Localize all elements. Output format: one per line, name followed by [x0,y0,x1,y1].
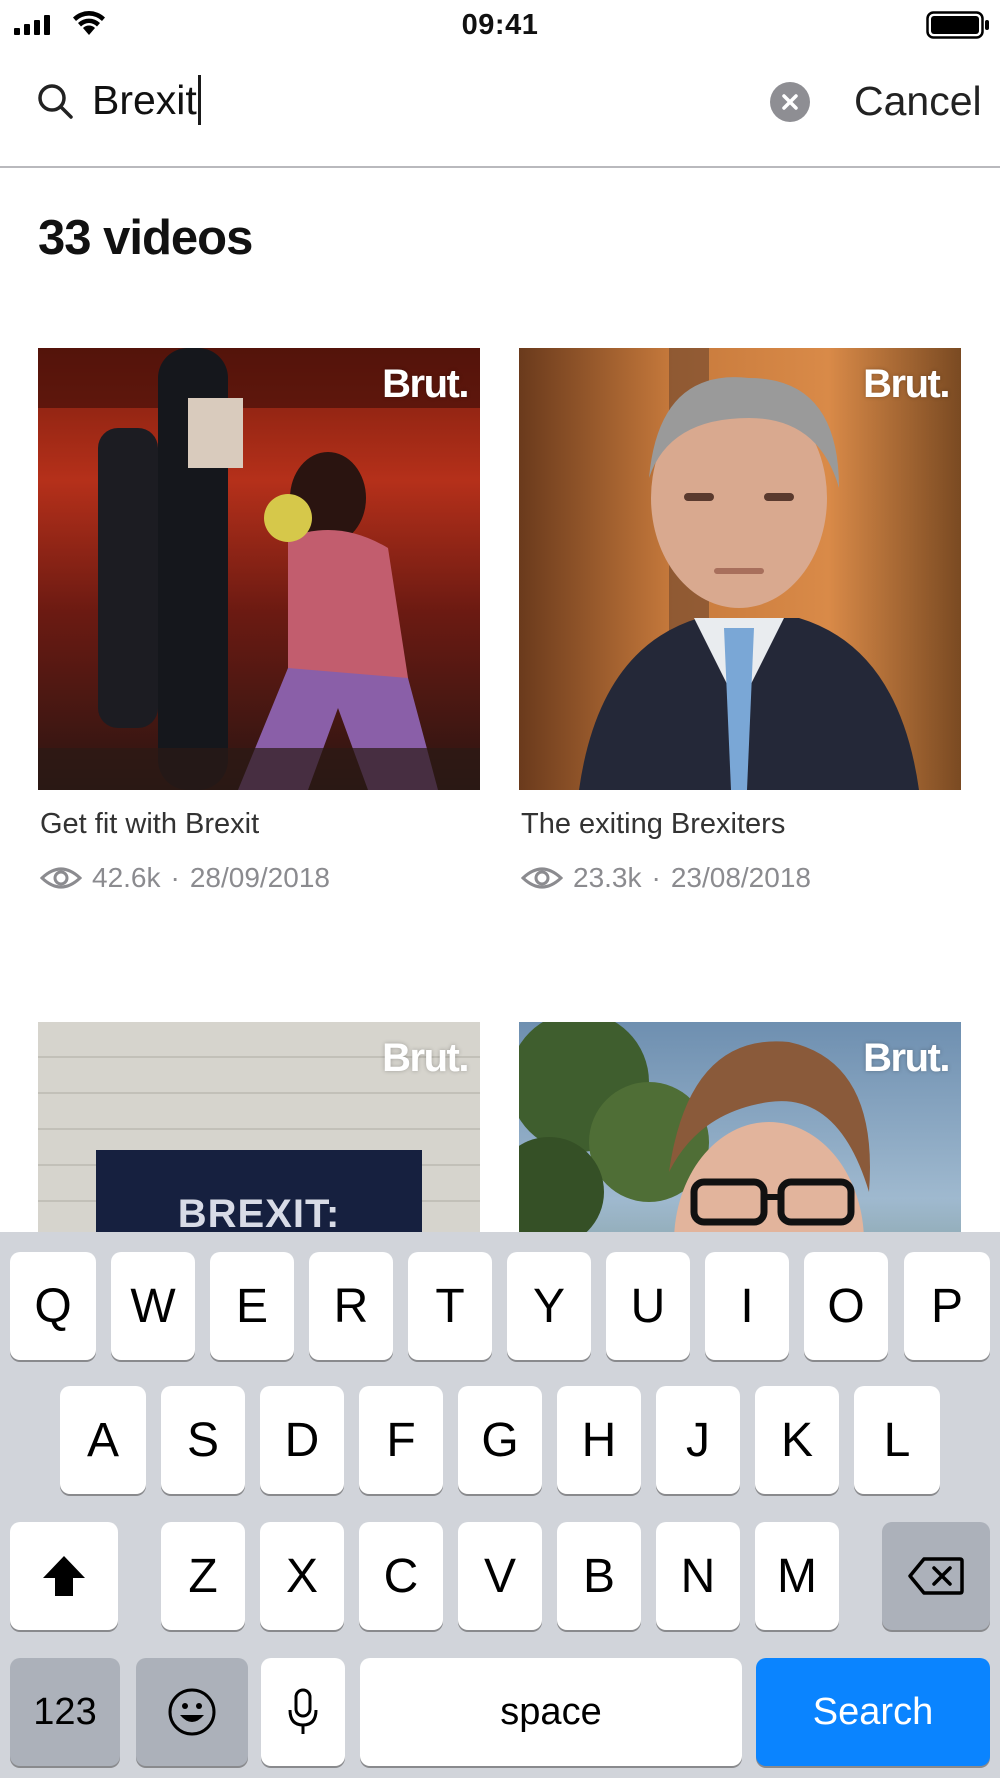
video-title[interactable]: The exiting Brexiters [521,808,785,841]
key-c[interactable]: C [359,1522,443,1630]
eye-icon [40,867,82,889]
key-f[interactable]: F [359,1386,443,1494]
emoji-icon [168,1688,216,1736]
key-p[interactable]: P [904,1252,990,1360]
search-key[interactable]: Search [756,1658,990,1766]
view-count: 23.3k [573,862,642,893]
brand-logo: Brut. [863,362,950,406]
brand-logo: Brut. [382,362,469,406]
video-card[interactable]: Brut. Get fit with Brexit 42.6k · 28/09/… [38,348,480,893]
text-caret [197,75,201,125]
brand-logo: Brut. [382,1036,469,1080]
dictation-key[interactable] [261,1658,345,1766]
key-u[interactable]: U [606,1252,690,1360]
cancel-button[interactable]: Cancel [854,74,982,128]
battery-icon [926,11,989,39]
space-key[interactable]: space [360,1658,742,1766]
results-count: 33 videos [38,211,253,265]
key-o[interactable]: O [804,1252,888,1360]
separator-dot: · [170,862,180,893]
video-thumbnail[interactable]: Brut. [519,348,961,790]
numbers-key[interactable]: 123 [10,1658,120,1766]
video-card[interactable]: Brut. The exiting Brexiters 23.3k · 23/0… [519,348,961,893]
publish-date: 28/09/2018 [189,862,330,893]
search-icon [38,84,73,119]
eye-icon [521,867,563,889]
key-e[interactable]: E [210,1252,294,1360]
key-r[interactable]: R [309,1252,393,1360]
clear-icon [782,94,798,110]
key-b[interactable]: B [557,1522,641,1630]
thumbnail-text: BREXIT: [177,1192,341,1236]
key-w[interactable]: W [111,1252,195,1360]
status-bar: 09:41 [0,0,1000,50]
backspace-key[interactable] [882,1522,990,1630]
key-g[interactable]: G [458,1386,542,1494]
separator-dot: · [651,862,661,893]
search-query: Brexit [92,77,197,123]
key-q[interactable]: Q [10,1252,96,1360]
microphone-icon [288,1688,318,1734]
key-i[interactable]: I [705,1252,789,1360]
shift-key[interactable] [10,1522,118,1630]
video-meta: 23.3k · 23/08/2018 [521,862,811,894]
search-bar: Brexit Cancel [0,50,1000,168]
key-y[interactable]: Y [507,1252,591,1360]
key-s[interactable]: S [161,1386,245,1494]
video-meta: 42.6k · 28/09/2018 [40,862,330,894]
key-z[interactable]: Z [161,1522,245,1630]
key-j[interactable]: J [656,1386,740,1494]
key-x[interactable]: X [260,1522,344,1630]
video-title[interactable]: Get fit with Brexit [40,808,259,841]
clear-search-button[interactable] [770,82,810,122]
key-n[interactable]: N [656,1522,740,1630]
key-m[interactable]: M [755,1522,839,1630]
view-count: 42.6k [92,862,161,893]
search-input[interactable]: Brexit [92,72,201,128]
brand-logo: Brut. [863,1036,950,1080]
keyboard: Q W E R T Y U I O P A S D F G H J K L Z … [0,1232,1000,1778]
video-thumbnail[interactable]: Brut. [38,348,480,790]
key-h[interactable]: H [557,1386,641,1494]
shift-icon [43,1556,85,1596]
emoji-key[interactable] [136,1658,248,1766]
key-k[interactable]: K [755,1386,839,1494]
key-a[interactable]: A [60,1386,146,1494]
key-l[interactable]: L [854,1386,940,1494]
publish-date: 23/08/2018 [670,862,811,893]
key-v[interactable]: V [458,1522,542,1630]
backspace-icon [908,1557,964,1595]
key-d[interactable]: D [260,1386,344,1494]
status-time: 09:41 [461,9,539,41]
key-t[interactable]: T [408,1252,492,1360]
